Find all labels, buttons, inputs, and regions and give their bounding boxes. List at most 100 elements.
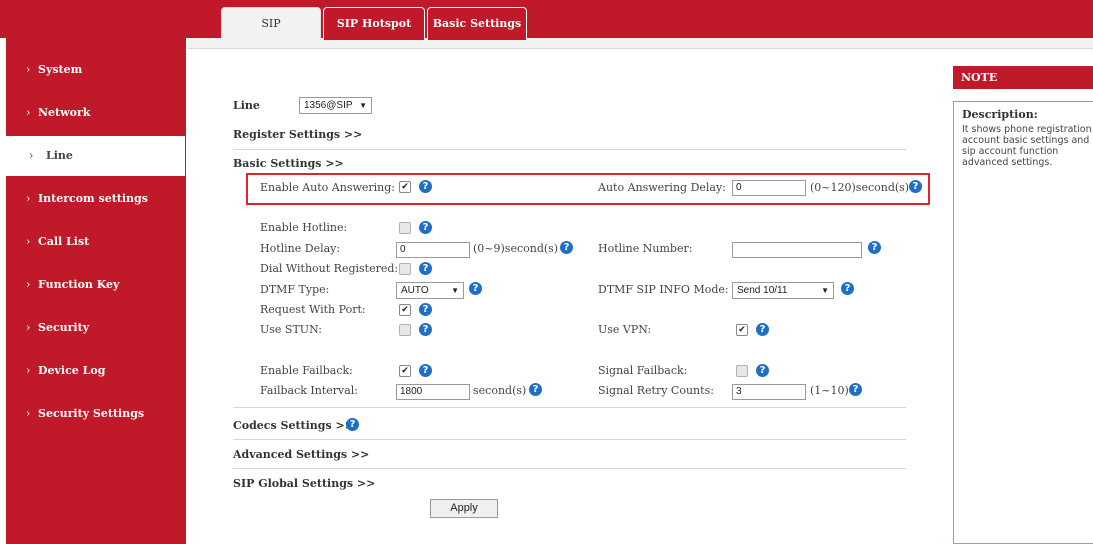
sidebar-item-label: Device Log — [38, 364, 106, 377]
help-icon[interactable]: ? — [419, 323, 432, 336]
note-description-text: It shows phone registration account basi… — [962, 124, 1092, 168]
chevron-right-icon: › — [26, 235, 31, 248]
use-stun-label: Use STUN: — [260, 323, 323, 336]
help-icon[interactable]: ? — [529, 383, 542, 396]
basic-settings-link[interactable]: Basic Settings >> — [233, 157, 344, 170]
help-icon[interactable]: ? — [841, 282, 854, 295]
dropdown-arrow-icon: ▼ — [359, 101, 367, 110]
sidebar-item-function-key[interactable]: › Function Key — [6, 265, 185, 305]
hotline-number-input[interactable] — [732, 242, 862, 258]
divider — [233, 439, 906, 440]
sidebar-item-system[interactable]: › System — [6, 50, 185, 90]
auto-answer-delay-input[interactable]: 0 — [732, 180, 806, 196]
divider — [233, 407, 906, 408]
sidebar-item-call-list[interactable]: › Call List — [6, 222, 185, 262]
apply-button[interactable]: Apply — [430, 499, 498, 518]
tab-sip-hotspot[interactable]: SIP Hotspot — [323, 7, 425, 40]
sidebar-item-label: Security — [38, 321, 90, 334]
help-icon[interactable]: ? — [346, 418, 359, 431]
failback-interval-label: Failback Interval: — [260, 384, 359, 397]
chevron-right-icon: › — [26, 407, 31, 420]
chevron-right-icon: › — [26, 321, 31, 334]
help-icon[interactable]: ? — [756, 323, 769, 336]
signal-retry-label: Signal Retry Counts: — [598, 384, 714, 397]
signal-retry-input[interactable]: 3 — [732, 384, 806, 400]
sidebar-item-device-log[interactable]: › Device Log — [6, 351, 185, 391]
auto-answer-delay-label: Auto Answering Delay: — [598, 181, 726, 194]
help-icon[interactable]: ? — [419, 180, 432, 193]
help-icon[interactable]: ? — [868, 241, 881, 254]
sidebar-item-intercom-settings[interactable]: › Intercom settings — [6, 179, 185, 219]
note-description-title: Description: — [962, 108, 1038, 121]
hotline-checkbox[interactable] — [399, 222, 411, 234]
codecs-settings-link[interactable]: Codecs Settings >> — [233, 419, 354, 432]
help-icon[interactable]: ? — [419, 221, 432, 234]
sidebar-item-network[interactable]: › Network — [6, 93, 185, 133]
dial-without-registered-label: Dial Without Registered: — [260, 262, 399, 275]
chevron-right-icon: › — [26, 63, 31, 76]
enable-failback-label: Enable Failback: — [260, 364, 353, 377]
divider — [233, 149, 906, 150]
dtmf-type-label: DTMF Type: — [260, 283, 330, 296]
chevron-right-icon: › — [26, 278, 31, 291]
use-vpn-checkbox[interactable]: ✔ — [736, 324, 748, 336]
sidebar-item-line[interactable]: › Line — [6, 136, 185, 176]
divider — [233, 468, 906, 469]
auto-answer-checkbox[interactable]: ✔ — [399, 181, 411, 193]
use-stun-checkbox[interactable] — [399, 324, 411, 336]
tab-sip[interactable]: SIP — [221, 7, 321, 40]
request-with-port-checkbox[interactable]: ✔ — [399, 304, 411, 316]
auto-answer-delay-range: (0~120)second(s) — [810, 181, 910, 194]
help-icon[interactable]: ? — [756, 364, 769, 377]
chevron-right-icon: › — [26, 106, 31, 119]
help-icon[interactable]: ? — [419, 303, 432, 316]
sip-global-settings-link[interactable]: SIP Global Settings >> — [233, 477, 375, 490]
dropdown-arrow-icon: ▼ — [451, 286, 459, 295]
sidebar-item-label: Line — [46, 149, 73, 162]
failback-interval-unit: second(s) — [473, 384, 527, 397]
failback-interval-input[interactable]: 1800 — [396, 384, 470, 400]
sidebar-item-label: Function Key — [38, 278, 120, 291]
hotline-number-label: Hotline Number: — [598, 242, 693, 255]
sidebar-item-security-settings[interactable]: › Security Settings — [6, 394, 185, 434]
sidebar-item-label: Network — [38, 106, 91, 119]
dtmf-sip-info-label: DTMF SIP INFO Mode: — [598, 283, 729, 296]
auto-answer-label: Enable Auto Answering: — [260, 181, 396, 194]
dtmf-sip-info-select[interactable]: Send 10/11 ▼ — [732, 282, 834, 299]
hotline-delay-input[interactable]: 0 — [396, 242, 470, 258]
chevron-right-icon: › — [26, 192, 31, 205]
chevron-right-icon: › — [26, 364, 31, 377]
help-icon[interactable]: ? — [419, 364, 432, 377]
help-icon[interactable]: ? — [560, 241, 573, 254]
line-label: Line — [233, 99, 260, 112]
help-icon[interactable]: ? — [419, 262, 432, 275]
chevron-right-icon: › — [29, 149, 34, 162]
signal-failback-label: Signal Failback: — [598, 364, 688, 377]
advanced-settings-link[interactable]: Advanced Settings >> — [233, 448, 369, 461]
dtmf-sip-info-value: Send 10/11 — [737, 285, 788, 296]
sidebar-item-label: Intercom settings — [38, 192, 148, 205]
note-title: NOTE — [953, 66, 1093, 89]
request-with-port-label: Request With Port: — [260, 303, 366, 316]
help-icon[interactable]: ? — [909, 180, 922, 193]
sidebar-item-security[interactable]: › Security — [6, 308, 185, 348]
line-select-value: 1356@SIP — [304, 100, 353, 111]
hotline-label: Enable Hotline: — [260, 221, 348, 234]
dtmf-type-value: AUTO — [401, 285, 429, 296]
dial-without-registered-checkbox[interactable] — [399, 263, 411, 275]
hotline-delay-label: Hotline Delay: — [260, 242, 341, 255]
register-settings-link[interactable]: Register Settings >> — [233, 128, 362, 141]
signal-failback-checkbox[interactable] — [736, 365, 748, 377]
hotline-delay-range: (0~9)second(s) — [473, 242, 559, 255]
tab-basic-settings[interactable]: Basic Settings — [427, 7, 527, 40]
help-icon[interactable]: ? — [469, 282, 482, 295]
enable-failback-checkbox[interactable]: ✔ — [399, 365, 411, 377]
dropdown-arrow-icon: ▼ — [821, 286, 829, 295]
line-select[interactable]: 1356@SIP ▼ — [299, 97, 372, 114]
use-vpn-label: Use VPN: — [598, 323, 652, 336]
sidebar-item-label: System — [38, 63, 83, 76]
sidebar-item-label: Security Settings — [38, 407, 145, 420]
help-icon[interactable]: ? — [849, 383, 862, 396]
signal-retry-range: (1~10) — [810, 384, 849, 397]
dtmf-type-select[interactable]: AUTO ▼ — [396, 282, 464, 299]
